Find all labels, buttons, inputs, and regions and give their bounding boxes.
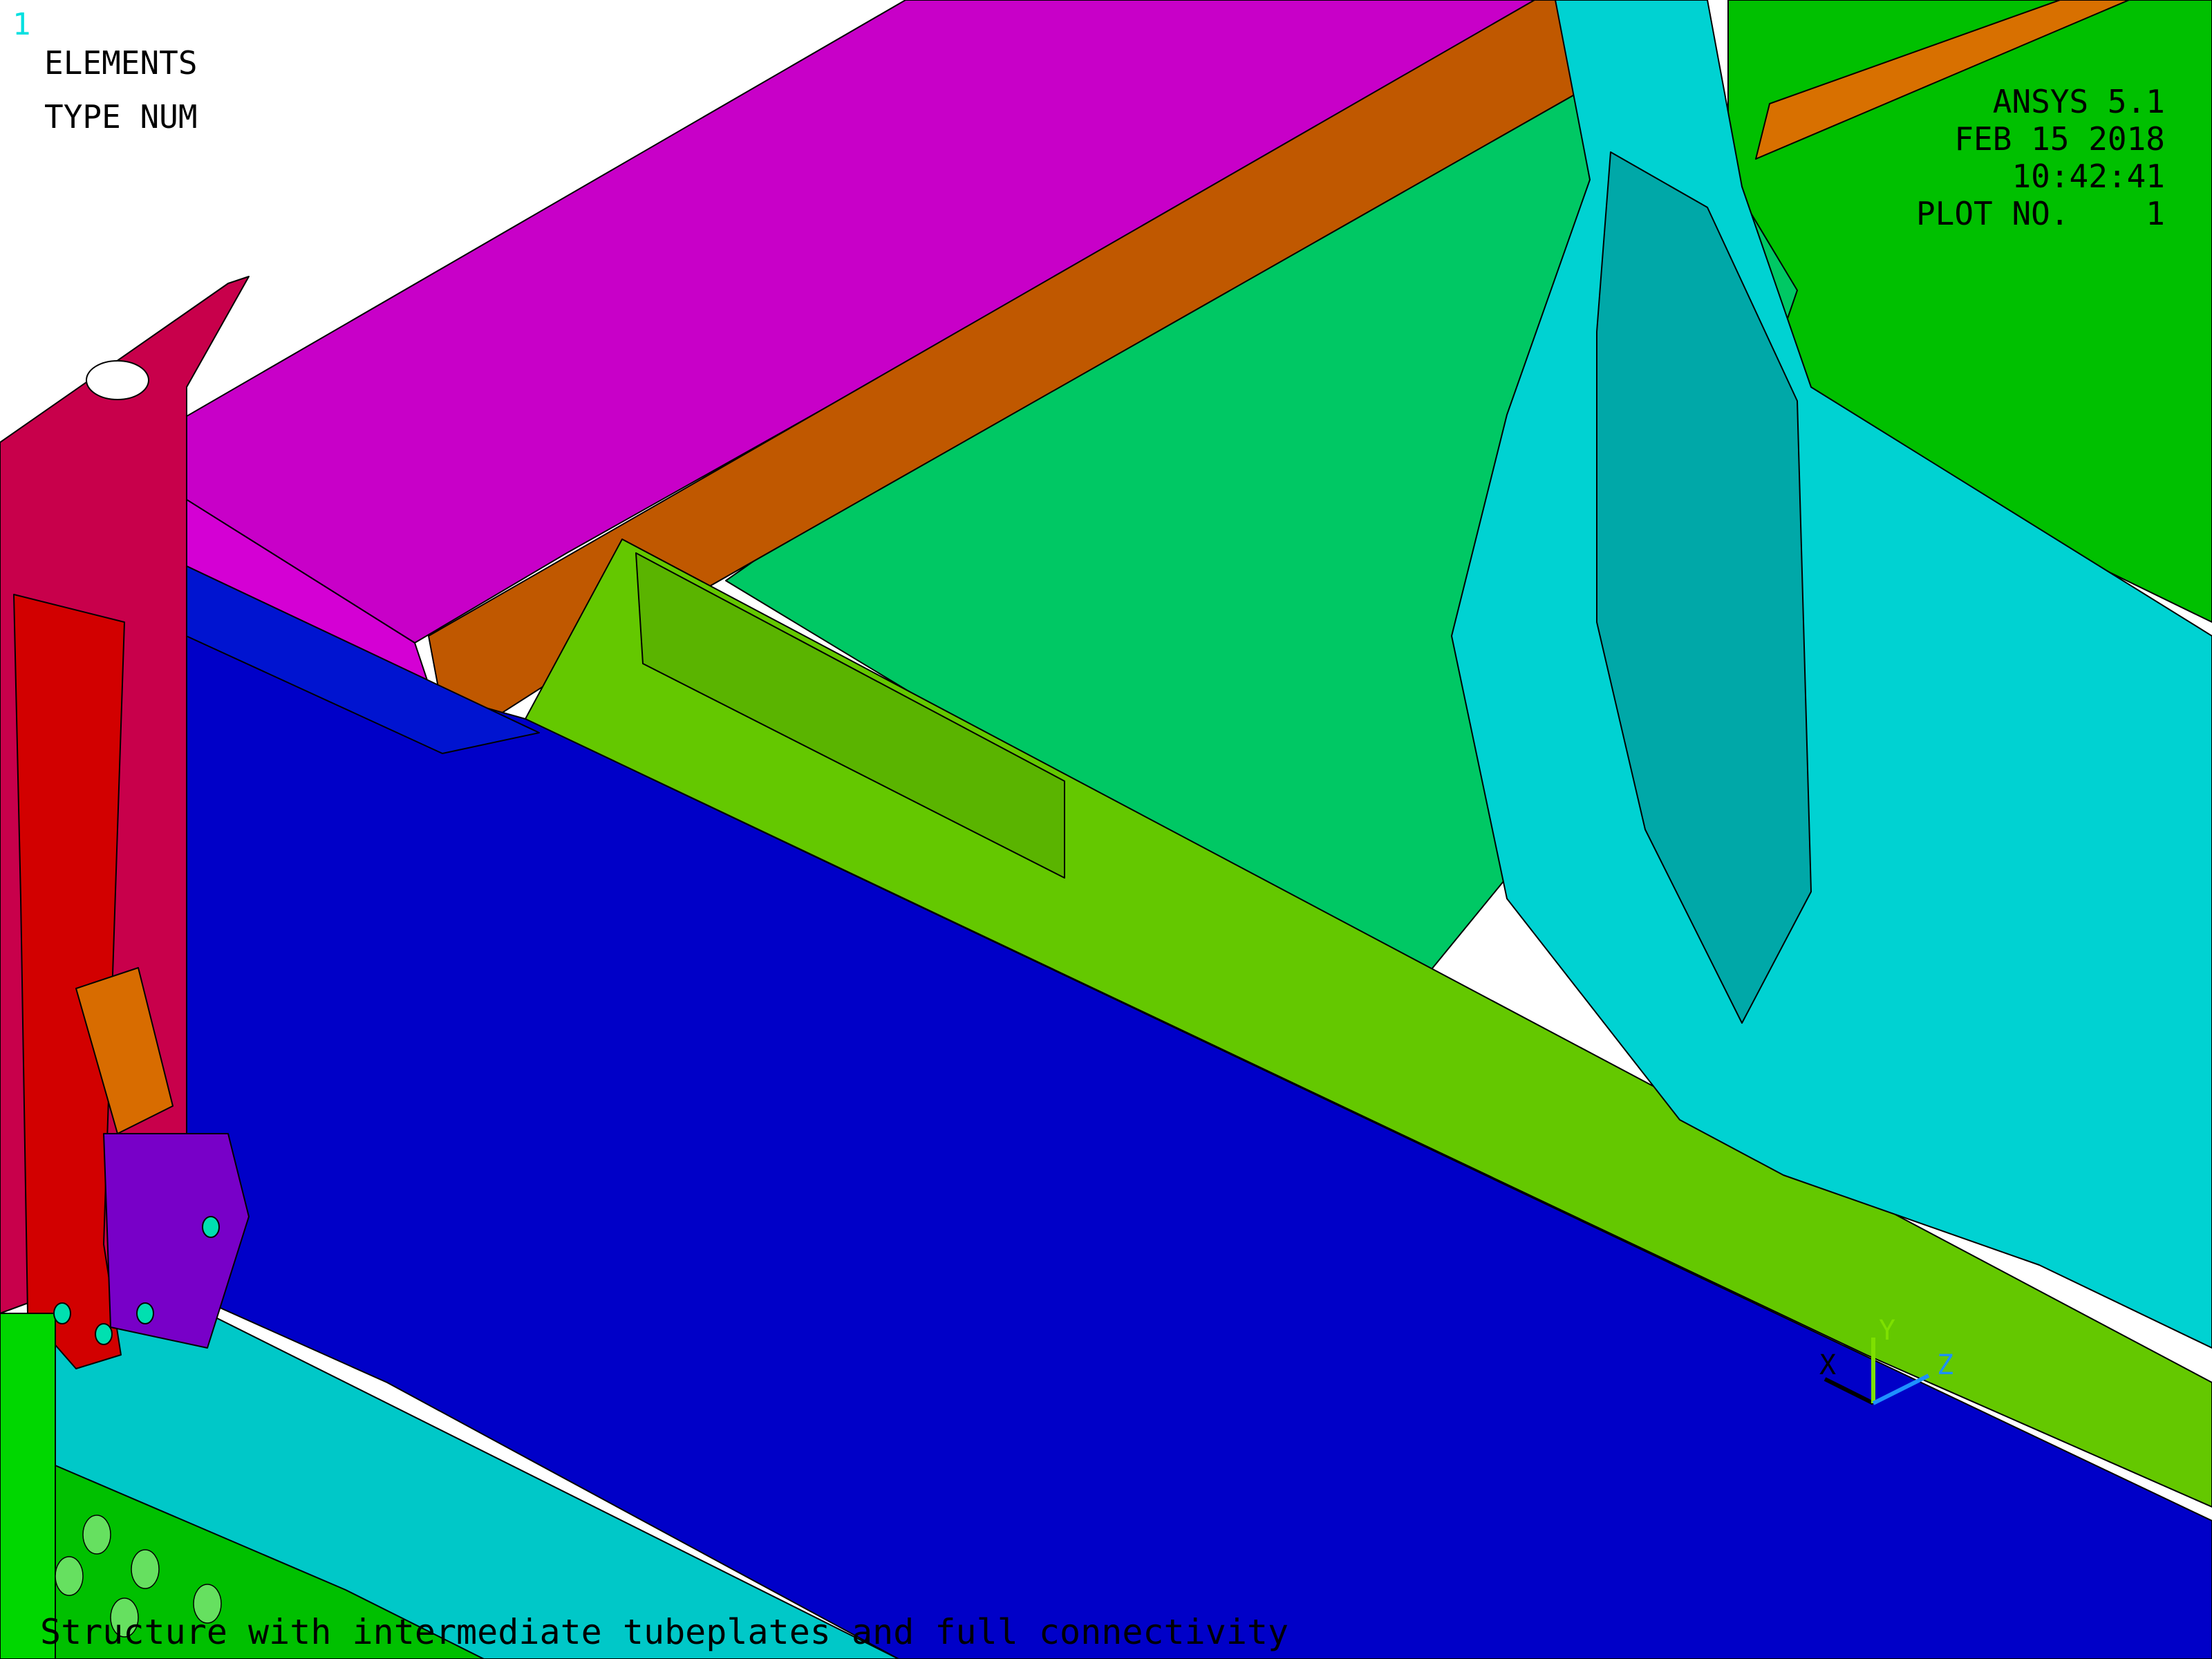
fe-mesh-plot <box>0 0 2212 1659</box>
bracket-hole <box>86 360 149 400</box>
ansys-graphics-viewport[interactable]: 1 ELEMENTS TYPE NUM ANSYS 5.1 FEB 15 201… <box>0 0 2212 1659</box>
tube-hole <box>82 1515 111 1555</box>
tube-hole <box>55 1556 84 1596</box>
left-green-strip <box>0 1313 56 1659</box>
plot-number: PLOT NO. 1 <box>1915 195 2165 232</box>
plot-date: FEB 15 2018 <box>1954 120 2165 158</box>
plot-label: ELEMENTS <box>44 44 198 82</box>
bolt-hole <box>202 1216 220 1238</box>
triad-x-label: X <box>1819 1349 1837 1381</box>
plot-time: 10:42:41 <box>2012 158 2165 195</box>
plot-title: Structure with intermediate tubeplates a… <box>40 1612 1289 1652</box>
purple-part <box>103 1133 250 1349</box>
bolt-hole <box>95 1323 113 1345</box>
tube-hole <box>131 1549 160 1589</box>
window-number: 1 <box>12 7 31 42</box>
plot-type-label: TYPE NUM <box>44 98 198 135</box>
bolt-hole <box>53 1302 71 1324</box>
triad-y-label: Y <box>1879 1315 1896 1347</box>
program-version: ANSYS 5.1 <box>1992 83 2165 120</box>
bolt-hole <box>136 1302 154 1324</box>
triad-z-label: Z <box>1937 1349 1954 1381</box>
